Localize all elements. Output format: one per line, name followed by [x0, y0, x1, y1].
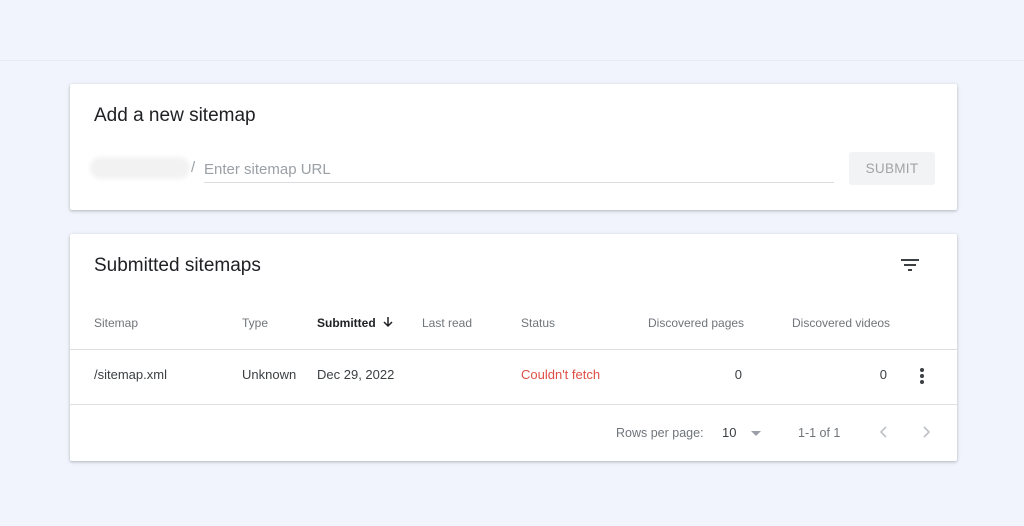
column-submitted-label: Submitted — [317, 316, 376, 330]
submit-button[interactable]: SUBMIT — [849, 152, 935, 185]
chevron-left-icon[interactable] — [874, 421, 894, 443]
cell-discovered-videos: 0 — [879, 367, 887, 382]
column-discovered-pages[interactable]: Discovered pages — [648, 316, 744, 330]
cell-submitted: Dec 29, 2022 — [317, 367, 395, 382]
more-vert-icon[interactable] — [913, 364, 931, 388]
property-domain-redacted — [90, 157, 190, 179]
submitted-sitemaps-card: Submitted sitemaps Sitemap Type Submitte… — [70, 234, 957, 461]
sitemap-url-input[interactable] — [204, 154, 834, 183]
sitemaps-table: Sitemap Type Submitted Last read Status … — [70, 302, 957, 460]
column-submitted[interactable]: Submitted — [317, 316, 394, 331]
cell-type: Unknown — [242, 367, 297, 382]
column-last-read[interactable]: Last read — [422, 316, 472, 330]
submitted-sitemaps-title: Submitted sitemaps — [94, 255, 261, 276]
filter-icon[interactable] — [898, 253, 922, 277]
pagination-range: 1-1 of 1 — [798, 426, 841, 440]
cell-sitemap: /sitemap.xml — [94, 367, 167, 382]
table-row[interactable]: /sitemap.xml Unknown Dec 29, 2022 Couldn… — [70, 350, 957, 405]
dropdown-caret-icon[interactable] — [751, 431, 761, 436]
rows-per-page-select[interactable]: 10 — [722, 425, 736, 440]
column-discovered-videos[interactable]: Discovered videos — [792, 316, 890, 330]
table-header: Sitemap Type Submitted Last read Status … — [70, 302, 957, 350]
add-sitemap-title: Add a new sitemap — [94, 105, 256, 126]
rows-per-page-label: Rows per page: — [616, 426, 704, 440]
column-sitemap[interactable]: Sitemap — [94, 316, 138, 330]
pagination: Rows per page: 10 1-1 of 1 — [70, 405, 957, 460]
column-status[interactable]: Status — [521, 316, 555, 330]
cell-discovered-pages: 0 — [734, 367, 742, 382]
column-type[interactable]: Type — [242, 316, 268, 330]
chevron-right-icon[interactable] — [916, 421, 936, 443]
top-bar — [0, 0, 1024, 61]
arrow-down-icon — [382, 316, 394, 331]
url-separator: / — [191, 159, 196, 176]
cell-status: Couldn't fetch — [521, 367, 601, 382]
add-sitemap-card: Add a new sitemap / SUBMIT — [70, 84, 957, 210]
